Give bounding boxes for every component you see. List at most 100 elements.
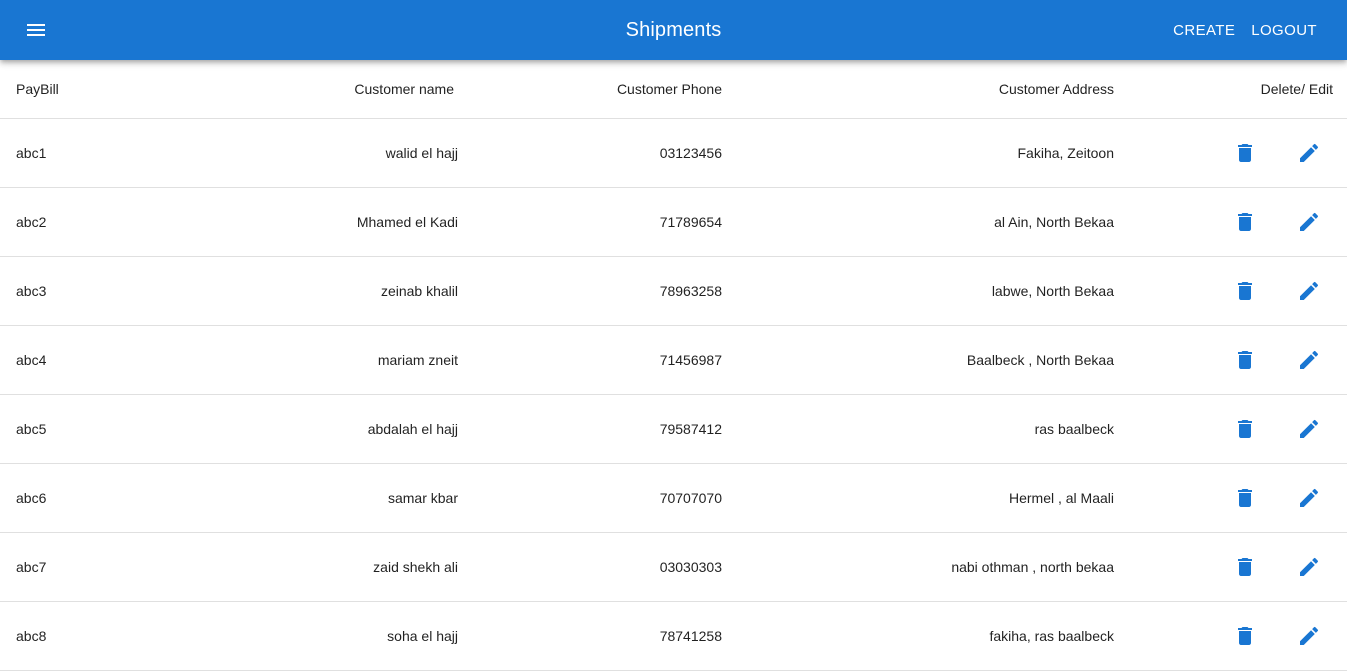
cell-customer-name: samar kbar — [182, 463, 474, 533]
cell-actions — [1130, 601, 1347, 671]
app-bar: Shipments CREATE LOGOUT — [0, 0, 1347, 60]
cell-actions — [1130, 118, 1347, 188]
header-customer-address: Customer Address — [738, 60, 1130, 119]
cell-actions — [1130, 463, 1347, 533]
cell-customer-phone: 03030303 — [474, 532, 738, 602]
edit-icon — [1300, 143, 1319, 162]
cell-customer-phone: 71456987 — [474, 325, 738, 395]
delete-button[interactable] — [1225, 409, 1265, 449]
cell-customer-address: labwe, North Bekaa — [738, 256, 1130, 326]
table-row: abc8 soha el hajj 78741258 fakiha, ras baal… — [0, 601, 1347, 671]
edit-button[interactable] — [1289, 547, 1329, 587]
delete-icon — [1238, 489, 1252, 507]
edit-icon — [1300, 419, 1319, 438]
row-actions — [1130, 616, 1347, 656]
app-bar-actions: CREATE LOGOUT — [1165, 0, 1325, 60]
cell-customer-phone: 78963258 — [474, 256, 738, 326]
table-row: abc5 abdalah el hajj 79587412 ras baalbeck — [0, 394, 1347, 464]
row-actions — [1130, 409, 1347, 449]
row-actions — [1130, 478, 1347, 518]
cell-customer-address: al Ain, North Bekaa — [738, 187, 1130, 257]
cell-paybill: abc6 — [0, 463, 182, 533]
row-actions — [1130, 547, 1347, 587]
shipments-table: PayBill Customer name Customer Phone Cus… — [0, 60, 1347, 671]
cell-customer-name: soha el hajj — [182, 601, 474, 671]
cell-customer-name: zaid shekh ali — [182, 532, 474, 602]
edit-icon — [1300, 557, 1319, 576]
cell-customer-address: ras baalbeck — [738, 394, 1130, 464]
edit-button[interactable] — [1289, 271, 1329, 311]
cell-customer-phone: 03123456 — [474, 118, 738, 188]
edit-icon — [1300, 281, 1319, 300]
cell-paybill: abc8 — [0, 601, 182, 671]
cell-customer-name: abdalah el hajj — [182, 394, 474, 464]
table-row: abc2 Mhamed el Kadi 71789654 al Ain, North … — [0, 187, 1347, 257]
edit-button[interactable] — [1289, 202, 1329, 242]
cell-customer-name: Mhamed el Kadi — [182, 187, 474, 257]
row-actions — [1130, 202, 1347, 242]
delete-button[interactable] — [1225, 616, 1265, 656]
cell-customer-address: Hermel , al Maali — [738, 463, 1130, 533]
row-actions — [1130, 340, 1347, 380]
delete-icon — [1238, 213, 1252, 231]
table-row: abc6 samar kbar 70707070 Hermel , al Maali — [0, 463, 1347, 533]
delete-icon — [1238, 282, 1252, 300]
delete-button[interactable] — [1225, 478, 1265, 518]
edit-icon — [1300, 626, 1319, 645]
delete-button[interactable] — [1225, 340, 1265, 380]
table-row: abc7 zaid shekh ali 03030303 nabi othman , … — [0, 532, 1347, 602]
delete-button[interactable] — [1225, 133, 1265, 173]
table-header-row: PayBill Customer name Customer Phone Cus… — [0, 60, 1347, 119]
edit-icon — [1300, 350, 1319, 369]
cell-customer-phone: 70707070 — [474, 463, 738, 533]
cell-actions — [1130, 256, 1347, 326]
delete-button[interactable] — [1225, 202, 1265, 242]
edit-button[interactable] — [1289, 478, 1329, 518]
cell-paybill: abc1 — [0, 118, 182, 188]
edit-button[interactable] — [1289, 340, 1329, 380]
table-row: abc4 mariam zneit 71456987 Baalbeck , North… — [0, 325, 1347, 395]
cell-customer-address: fakiha, ras baalbeck — [738, 601, 1130, 671]
cell-actions — [1130, 532, 1347, 602]
cell-paybill: abc2 — [0, 187, 182, 257]
row-actions — [1130, 133, 1347, 173]
cell-customer-name: zeinab khalil — [182, 256, 474, 326]
cell-customer-phone: 79587412 — [474, 394, 738, 464]
cell-actions — [1130, 325, 1347, 395]
edit-button[interactable] — [1289, 616, 1329, 656]
header-paybill: PayBill — [0, 60, 182, 119]
delete-icon — [1238, 420, 1252, 438]
table-row: abc1 walid el hajj 03123456 Fakiha, Zeitoon — [0, 118, 1347, 188]
delete-button[interactable] — [1225, 271, 1265, 311]
edit-icon — [1300, 488, 1319, 507]
cell-paybill: abc7 — [0, 532, 182, 602]
delete-icon — [1238, 144, 1252, 162]
logout-button[interactable]: LOGOUT — [1243, 16, 1325, 45]
cell-customer-name: walid el hajj — [182, 118, 474, 188]
delete-icon — [1238, 627, 1252, 645]
delete-icon — [1238, 558, 1252, 576]
header-customer-phone: Customer Phone — [474, 60, 738, 119]
edit-icon — [1300, 212, 1319, 231]
menu-icon — [27, 24, 45, 36]
row-actions — [1130, 271, 1347, 311]
cell-paybill: abc4 — [0, 325, 182, 395]
cell-customer-address: Fakiha, Zeitoon — [738, 118, 1130, 188]
shipments-table-container: PayBill Customer name Customer Phone Cus… — [0, 60, 1347, 671]
cell-customer-name: mariam zneit — [182, 325, 474, 395]
cell-paybill: abc5 — [0, 394, 182, 464]
cell-actions — [1130, 187, 1347, 257]
edit-button[interactable] — [1289, 133, 1329, 173]
menu-button[interactable] — [14, 10, 58, 50]
cell-customer-address: Baalbeck , North Bekaa — [738, 325, 1130, 395]
delete-button[interactable] — [1225, 547, 1265, 587]
cell-paybill: abc3 — [0, 256, 182, 326]
cell-customer-address: nabi othman , north bekaa — [738, 532, 1130, 602]
table-row: abc3 zeinab khalil 78963258 labwe, North Be… — [0, 256, 1347, 326]
cell-actions — [1130, 394, 1347, 464]
create-button[interactable]: CREATE — [1165, 16, 1243, 45]
edit-button[interactable] — [1289, 409, 1329, 449]
cell-customer-phone: 78741258 — [474, 601, 738, 671]
table-body: abc1 walid el hajj 03123456 Fakiha, Zeitoon… — [0, 118, 1347, 671]
header-delete-edit: Delete/ Edit — [1130, 60, 1347, 119]
